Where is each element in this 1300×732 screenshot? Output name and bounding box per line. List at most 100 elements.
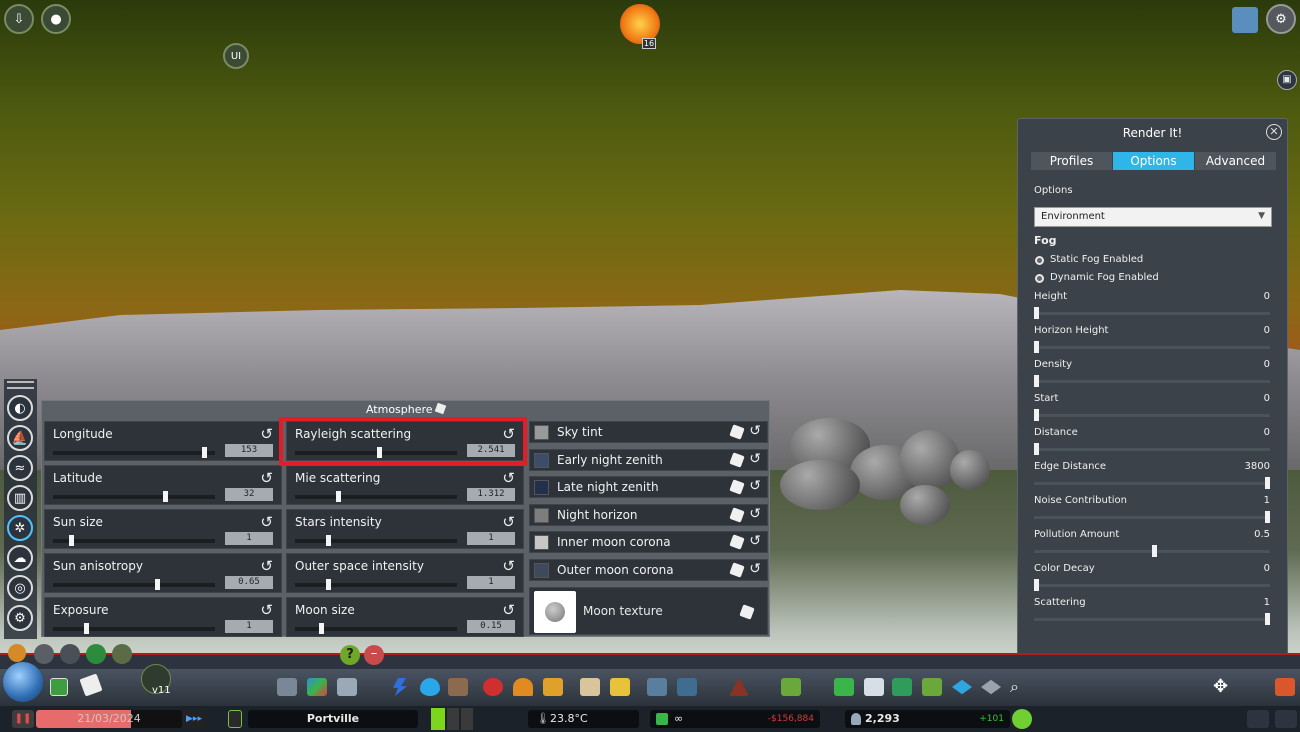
reset-icon[interactable]: ↺ — [749, 561, 761, 577]
fire-department-icon[interactable] — [513, 678, 533, 696]
dynamic-fog-radio[interactable] — [1035, 274, 1044, 283]
moon-texture-row[interactable]: Moon texture — [529, 587, 768, 635]
fog-slider-track[interactable] — [1034, 307, 1270, 319]
color-row-sky-tint[interactable]: Sky tint ↺ — [529, 421, 768, 443]
atmosphere-gear-icon[interactable]: ✲ — [7, 515, 33, 541]
color-swatch[interactable] — [534, 425, 549, 440]
dice-icon[interactable] — [729, 506, 745, 523]
public-transport-icon[interactable] — [610, 678, 630, 696]
reset-icon[interactable]: ↺ — [749, 478, 761, 494]
happiness-icon[interactable] — [1012, 709, 1032, 729]
areas-icon[interactable] — [922, 678, 942, 696]
camera-icon[interactable] — [50, 678, 68, 696]
fog-slider-handle[interactable] — [1034, 341, 1039, 353]
policies-icon[interactable] — [864, 678, 884, 696]
reset-icon[interactable]: ↺ — [502, 601, 515, 619]
color-row-inner-moon-corona[interactable]: Inner moon corona ↺ — [529, 531, 768, 553]
slider-track[interactable] — [295, 579, 457, 590]
speed-button[interactable]: ▶︎▸▸ — [182, 710, 206, 728]
reset-icon[interactable]: ↺ — [260, 513, 273, 531]
slider-handle[interactable] — [69, 535, 74, 546]
minimize-icon[interactable]: – — [364, 645, 384, 665]
money-icon[interactable] — [834, 678, 854, 696]
lock-icon[interactable] — [112, 644, 132, 664]
slider-value[interactable]: 1 — [467, 576, 515, 589]
color-swatch[interactable] — [534, 480, 549, 495]
gift-icon[interactable] — [8, 644, 26, 662]
fog-slider-handle[interactable] — [1152, 545, 1157, 557]
tab-advanced[interactable]: Advanced — [1195, 152, 1276, 170]
slider-track[interactable] — [295, 535, 457, 546]
parks-icon[interactable] — [647, 678, 667, 696]
education-icon[interactable] — [580, 678, 600, 696]
slider-value[interactable]: 32 — [225, 488, 273, 501]
police-icon[interactable] — [543, 678, 563, 696]
search-icon[interactable]: ⌕ — [1010, 678, 1030, 696]
slider-track[interactable] — [53, 491, 215, 502]
slider-handle[interactable] — [202, 447, 207, 458]
globe-icon[interactable] — [3, 662, 43, 702]
dice-icon[interactable] — [739, 604, 755, 620]
fog-slider-handle[interactable] — [1034, 443, 1039, 455]
slider-track[interactable] — [53, 623, 215, 634]
dice-icon[interactable] — [729, 561, 745, 578]
reset-icon[interactable]: ↺ — [749, 533, 761, 549]
district-icon[interactable] — [337, 678, 357, 696]
lens-icon[interactable]: ◎ — [7, 575, 33, 601]
settings-icon[interactable]: ⚙ — [7, 605, 33, 631]
speedometer-icon[interactable] — [60, 644, 80, 664]
ui-mod-icon[interactable]: UI — [223, 43, 249, 69]
road-icon[interactable] — [277, 678, 297, 696]
help-icon[interactable]: ? — [340, 645, 360, 665]
slider-value[interactable]: 1 — [225, 532, 273, 545]
move-icon[interactable]: ✥ — [1213, 678, 1233, 696]
slider-track[interactable] — [53, 447, 215, 458]
fog-slider-track[interactable] — [1034, 409, 1270, 421]
fog-slider-track[interactable] — [1034, 341, 1270, 353]
drag-handle-icon[interactable] — [7, 381, 34, 389]
reset-icon[interactable]: ↺ — [502, 513, 515, 531]
chirper-icon[interactable]: ● — [41, 4, 71, 34]
tab-profiles[interactable]: Profiles — [1031, 152, 1112, 170]
slider-value[interactable]: 0.65 — [225, 576, 273, 589]
fog-slider-track[interactable] — [1034, 477, 1270, 489]
garbage-icon[interactable] — [448, 678, 468, 696]
reset-icon[interactable]: ↺ — [749, 451, 761, 467]
city-name[interactable]: Portville — [248, 710, 418, 728]
dice-icon[interactable] — [434, 402, 447, 415]
water-icon[interactable] — [420, 678, 440, 696]
slider-value[interactable]: 0.15 — [467, 620, 515, 633]
slider-handle[interactable] — [336, 491, 341, 502]
zoning-icon[interactable] — [307, 678, 327, 696]
color-row-night-horizon[interactable]: Night horizon ↺ — [529, 503, 768, 526]
advisor-icon[interactable]: ⇩ — [4, 4, 34, 34]
fog-slider-handle[interactable] — [1034, 307, 1039, 319]
slider-track[interactable] — [53, 579, 215, 590]
fog-slider-track[interactable] — [1034, 443, 1270, 455]
fog-slider-track[interactable] — [1034, 545, 1270, 557]
city-skyline-icon[interactable] — [1232, 7, 1258, 33]
ship-icon[interactable]: ⛵ — [7, 425, 33, 451]
dice-icon[interactable]: ▣ — [1277, 70, 1297, 90]
fog-slider-track[interactable] — [1034, 375, 1270, 387]
photo-mode-icon[interactable] — [1247, 710, 1269, 728]
color-row-outer-moon-corona[interactable]: Outer moon corona ↺ — [529, 558, 768, 581]
dice-icon[interactable] — [729, 424, 745, 440]
dice-icon[interactable] — [729, 534, 745, 550]
environment-dropdown[interactable]: Environment ▼ — [1034, 207, 1272, 227]
slider-handle[interactable] — [155, 579, 160, 590]
slider-track[interactable] — [53, 535, 215, 546]
slider-value[interactable]: 1.312 — [467, 488, 515, 501]
fog-slider-handle[interactable] — [1265, 477, 1270, 489]
slider-handle[interactable] — [326, 579, 331, 590]
landscaping-icon[interactable] — [781, 678, 801, 696]
fog-slider-handle[interactable] — [1034, 409, 1039, 421]
sun-icon[interactable]: ◐ — [7, 395, 33, 421]
slider-value[interactable]: 1 — [225, 620, 273, 633]
speedometer-icon[interactable] — [34, 644, 54, 664]
reset-icon[interactable]: ↺ — [749, 423, 761, 439]
dice-icon[interactable] — [729, 451, 745, 468]
wave-icon[interactable]: ≈ — [7, 455, 33, 481]
color-swatch[interactable] — [534, 507, 549, 523]
fog-slider-track[interactable] — [1034, 613, 1270, 625]
